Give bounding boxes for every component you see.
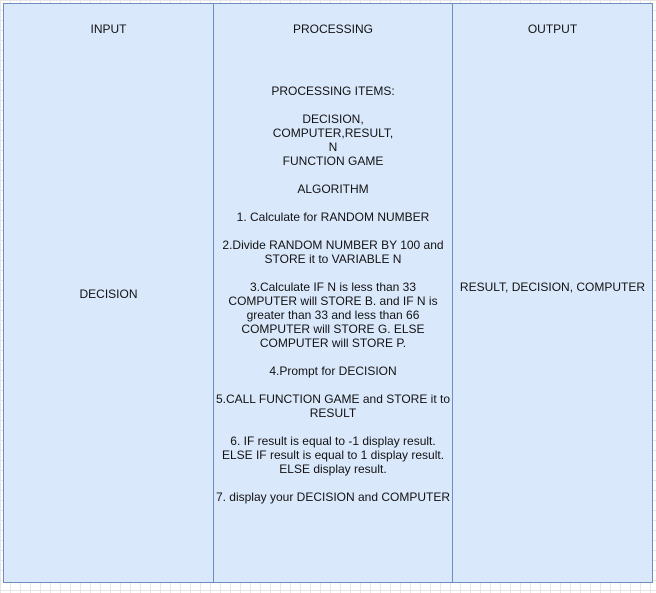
processing-line: greater than 33 and less than 66 xyxy=(246,308,420,322)
processing-line: COMPUTER will STORE G. ELSE xyxy=(241,322,425,336)
processing-line: 4.Prompt for DECISION xyxy=(269,364,397,378)
ipo-table: INPUT DECISION PROCESSING PROCESSING ITE… xyxy=(3,3,653,583)
processing-line: 3.Calculate IF N is less than 33 xyxy=(249,280,417,294)
output-cell-text: RESULT, DECISION, COMPUTER xyxy=(459,280,646,294)
processing-header: PROCESSING xyxy=(292,22,373,36)
output-column: OUTPUT RESULT, DECISION, COMPUTER xyxy=(453,4,652,582)
processing-line: 2.Divide RANDOM NUMBER BY 100 and xyxy=(222,238,444,252)
processing-line: COMPUTER,RESULT, xyxy=(272,126,394,140)
processing-cell: PROCESSING ITEMS: DECISION, COMPUTER,RES… xyxy=(214,84,452,504)
processing-line: PROCESSING ITEMS: xyxy=(271,84,395,98)
processing-line: DECISION, xyxy=(302,112,364,126)
processing-line: N xyxy=(328,140,338,154)
processing-line xyxy=(214,196,452,210)
processing-line xyxy=(214,98,452,112)
input-header: INPUT xyxy=(90,22,127,36)
processing-line xyxy=(214,420,452,434)
processing-line: ELSE IF result is equal to 1 display res… xyxy=(221,448,445,462)
processing-line: ELSE display result. xyxy=(279,462,387,476)
processing-line xyxy=(214,378,452,392)
processing-line xyxy=(214,224,452,238)
processing-line xyxy=(214,476,452,490)
input-cell-text: DECISION xyxy=(79,287,138,301)
processing-line: 7. display your DECISION and COMPUTER xyxy=(215,490,451,504)
processing-line: COMPUTER will STORE P. xyxy=(259,336,407,350)
processing-line xyxy=(214,168,452,182)
processing-line: 6. IF result is equal to -1 display resu… xyxy=(230,434,436,448)
processing-line: COMPUTER will STORE B. and IF N is xyxy=(228,294,438,308)
processing-line: 1. Calculate for RANDOM NUMBER xyxy=(236,210,430,224)
processing-column: PROCESSING PROCESSING ITEMS: DECISION, C… xyxy=(213,4,453,582)
processing-line: STORE it to VARIABLE N xyxy=(264,252,402,266)
processing-line xyxy=(214,266,452,280)
input-column: INPUT DECISION xyxy=(4,4,213,582)
processing-line: 5.CALL FUNCTION GAME and STORE it to xyxy=(215,392,451,406)
output-header: OUTPUT xyxy=(527,22,578,36)
processing-line: ALGORITHM xyxy=(297,182,369,196)
processing-line xyxy=(214,350,452,364)
processing-line: RESULT xyxy=(309,406,357,420)
processing-line: FUNCTION GAME xyxy=(282,154,384,168)
